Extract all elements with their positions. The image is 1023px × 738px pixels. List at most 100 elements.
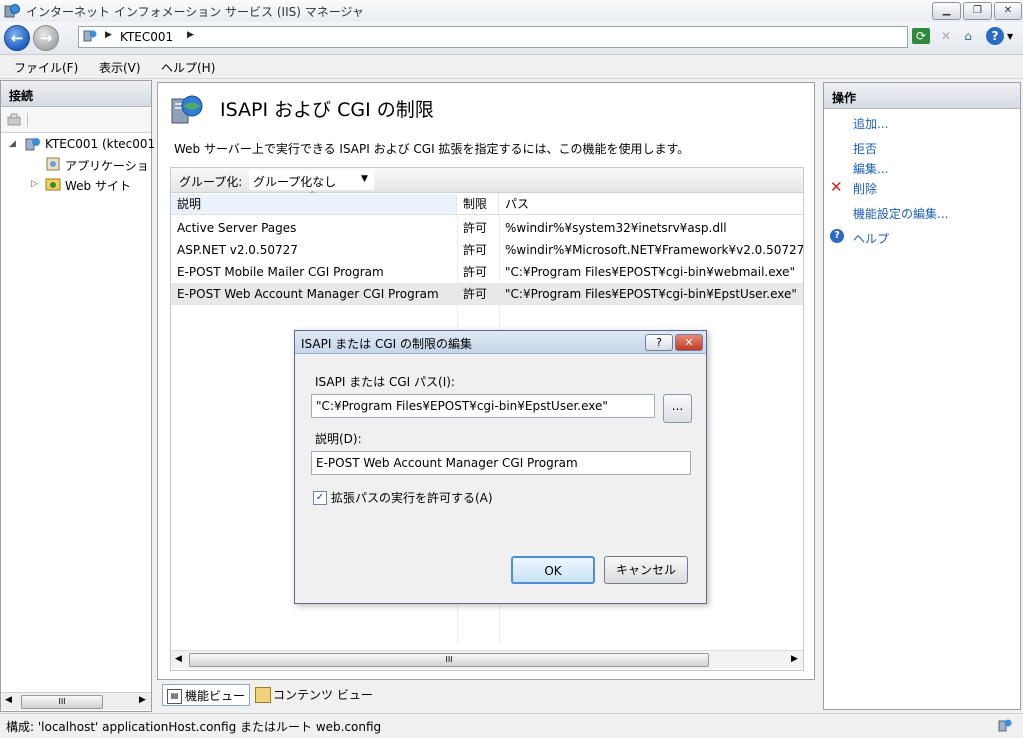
connections-toolbar xyxy=(1,108,151,133)
forward-button[interactable]: → xyxy=(33,25,59,51)
connections-pane: 接続 ◢ KTEC001 (ktec001 アプリケーショ ▷ Web サイト … xyxy=(0,80,155,712)
application-pools-icon xyxy=(46,157,60,171)
refresh-icon[interactable]: ⟳ xyxy=(912,28,930,44)
cell-path: %windir%¥system32¥inetsrv¥asp.dll xyxy=(505,221,727,235)
connect-icon[interactable] xyxy=(7,113,21,127)
description-input[interactable]: E-POST Web Account Manager CGI Program xyxy=(311,451,691,475)
group-by-value: グループ化なし xyxy=(253,175,337,189)
features-view-icon: ▤ xyxy=(167,689,182,704)
scroll-left-icon[interactable]: ◀ xyxy=(5,695,12,705)
action-help[interactable]: ヘルプ xyxy=(853,230,889,247)
maximize-button[interactable]: ❐ xyxy=(963,2,992,20)
content-view-icon xyxy=(255,687,271,703)
scroll-right-icon[interactable]: ▶ xyxy=(139,695,146,705)
collapse-icon[interactable]: ◢ xyxy=(9,139,16,149)
forward-arrow-icon: → xyxy=(39,29,53,47)
server-icon xyxy=(83,30,97,42)
breadcrumb-dropdown-icon[interactable]: ▶ xyxy=(187,30,194,40)
column-header-path[interactable]: パス xyxy=(499,194,803,214)
help-icon: ? xyxy=(830,229,844,243)
menu-bar: ファイル(F) 表示(V) ヘルプ(H) xyxy=(0,55,1023,79)
action-delete[interactable]: 削除 xyxy=(853,180,877,197)
cell-description: E-POST Mobile Mailer CGI Program xyxy=(177,265,384,279)
scroll-thumb[interactable]: III xyxy=(21,695,103,709)
cell-restriction: 許可 xyxy=(463,243,488,257)
status-text: 構成: 'localhost' applicationHost.config ま… xyxy=(6,720,382,734)
tree-item-application-pools[interactable]: アプリケーショ xyxy=(65,157,149,174)
menu-help[interactable]: ヘルプ(H) xyxy=(161,59,215,76)
tree-item-web-sites[interactable]: Web サイト xyxy=(65,177,131,194)
action-add[interactable]: 追加... xyxy=(853,115,888,132)
toolbar-separator xyxy=(27,113,28,127)
address-bar: ← → ▶ KTEC001 ▶ ⟳ ✕ ⌂ ? ▼ xyxy=(0,22,1023,55)
cell-path: %windir%¥Microsoft.NET¥Framework¥v2.0.50… xyxy=(505,243,803,257)
column-header-description[interactable]: 説明 xyxy=(171,194,457,214)
ok-button[interactable]: OK xyxy=(511,556,595,584)
address-field[interactable]: ▶ KTEC001 ▶ xyxy=(78,26,908,48)
group-by-label: グループ化: xyxy=(179,175,243,189)
dialog-close-button[interactable]: ✕ xyxy=(675,334,703,351)
connections-horizontal-scrollbar[interactable]: ◀ III ▶ xyxy=(1,692,151,710)
tab-features-view-label: 機能ビュー xyxy=(185,689,246,703)
cell-path: "C:¥Program Files¥EPOST¥cgi-bin¥EpstUser… xyxy=(505,287,797,301)
dialog-title-bar: ISAPI または CGI の制限の編集 ? ✕ xyxy=(295,331,706,354)
expand-icon[interactable]: ▷ xyxy=(31,179,38,189)
server-icon xyxy=(25,138,40,151)
column-header-restriction[interactable]: 制限 xyxy=(457,194,499,214)
dialog-help-button[interactable]: ? xyxy=(645,334,673,351)
help-icon[interactable]: ? xyxy=(986,27,1004,45)
connections-header: 接続 xyxy=(1,81,151,107)
web-sites-icon xyxy=(45,178,61,191)
chevron-down-icon: ▼ xyxy=(361,174,368,184)
tab-content-view[interactable]: コンテンツ ビュー xyxy=(251,684,381,706)
cell-description: Active Server Pages xyxy=(177,221,297,235)
group-by-select[interactable]: グループ化なし ▼ xyxy=(249,170,374,190)
group-by-bar: グループ化: グループ化なし ▼ xyxy=(171,168,803,193)
menu-file[interactable]: ファイル(F) xyxy=(14,59,78,76)
page-description: Web サーバー上で実行できる ISAPI および CGI 拡張を指定するには、… xyxy=(174,142,690,156)
minimize-button[interactable]: ▁ xyxy=(932,2,961,20)
cell-description: ASP.NET v2.0.50727 xyxy=(177,243,298,257)
tab-content-view-label: コンテンツ ビュー xyxy=(273,688,373,702)
allow-execution-checkbox[interactable]: ✓ xyxy=(313,491,327,505)
scroll-right-icon[interactable]: ▶ xyxy=(791,654,798,664)
browse-button[interactable]: ... xyxy=(663,394,692,423)
list-horizontal-scrollbar[interactable]: ◀ III ▶ xyxy=(171,650,803,669)
scroll-thumb[interactable]: III xyxy=(189,653,709,667)
action-deny[interactable]: 拒否 xyxy=(853,140,877,157)
close-button[interactable]: ✕ xyxy=(994,2,1022,20)
cancel-button[interactable]: キャンセル xyxy=(604,556,688,584)
delete-icon: ✕ xyxy=(830,178,843,196)
table-row[interactable]: ASP.NET v2.0.50727 許可 %windir%¥Microsoft… xyxy=(171,239,803,261)
actions-pane: 操作 追加... 拒否 編集... ✕ 削除 機能設定の編集... ? ヘルプ xyxy=(823,82,1021,710)
cell-restriction: 許可 xyxy=(463,265,488,279)
server-status-icon xyxy=(998,719,1012,732)
action-edit[interactable]: 編集... xyxy=(853,160,888,177)
tab-features-view[interactable]: ▤ 機能ビュー xyxy=(162,684,250,706)
table-row[interactable]: E-POST Mobile Mailer CGI Program 許可 "C:¥… xyxy=(171,261,803,283)
cell-restriction: 許可 xyxy=(463,287,488,301)
dialog-title: ISAPI または CGI の制限の編集 xyxy=(301,337,473,351)
table-row[interactable]: Active Server Pages 許可 %windir%¥system32… xyxy=(171,217,803,239)
back-button[interactable]: ← xyxy=(4,25,30,51)
help-dropdown-icon[interactable]: ▼ xyxy=(1007,32,1013,41)
allow-execution-label[interactable]: 拡張パスの実行を許可する(A) xyxy=(331,489,493,506)
menu-view[interactable]: 表示(V) xyxy=(99,59,141,76)
breadcrumb-server[interactable]: KTEC001 xyxy=(120,30,173,44)
action-edit-feature-settings[interactable]: 機能設定の編集... xyxy=(853,205,948,222)
table-row-selected[interactable]: E-POST Web Account Manager CGI Program 許… xyxy=(171,283,803,305)
scroll-left-icon[interactable]: ◀ xyxy=(175,654,182,664)
home-icon[interactable]: ⌂ xyxy=(958,26,978,46)
stop-icon[interactable]: ✕ xyxy=(936,26,956,46)
window-title: インターネット インフォメーション サービス (IIS) マネージャ xyxy=(26,5,364,19)
edit-restriction-dialog: ISAPI または CGI の制限の編集 ? ✕ ISAPI または CGI パ… xyxy=(294,330,707,604)
breadcrumb-separator-icon: ▶ xyxy=(105,30,112,40)
tree-item-server[interactable]: KTEC001 (ktec001 xyxy=(45,137,155,151)
path-label: ISAPI または CGI パス(I): xyxy=(315,375,455,389)
description-label: 説明(D): xyxy=(315,432,362,446)
actions-header: 操作 xyxy=(824,83,1020,109)
window-title-bar: インターネット インフォメーション サービス (IIS) マネージャ ▁ ❐ ✕ xyxy=(0,0,1023,23)
path-input[interactable]: "C:¥Program Files¥EPOST¥cgi-bin¥EpstUser… xyxy=(311,394,655,418)
iis-manager-icon xyxy=(4,4,20,18)
isapi-cgi-restrictions-icon xyxy=(171,95,203,124)
